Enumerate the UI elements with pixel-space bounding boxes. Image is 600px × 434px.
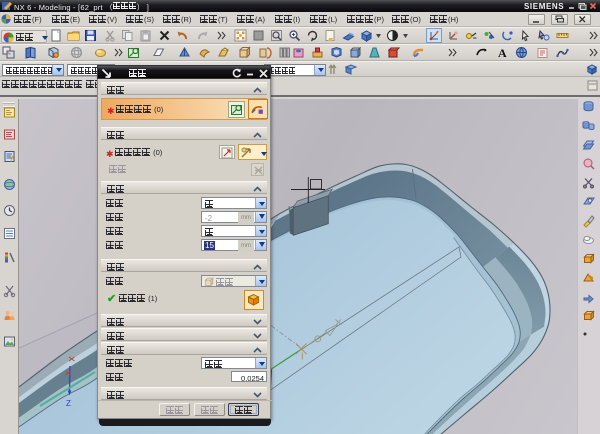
svg-text:?: ? xyxy=(9,155,14,164)
svg-text:Z: Z xyxy=(66,399,71,408)
svg-text:A: A xyxy=(498,46,507,60)
